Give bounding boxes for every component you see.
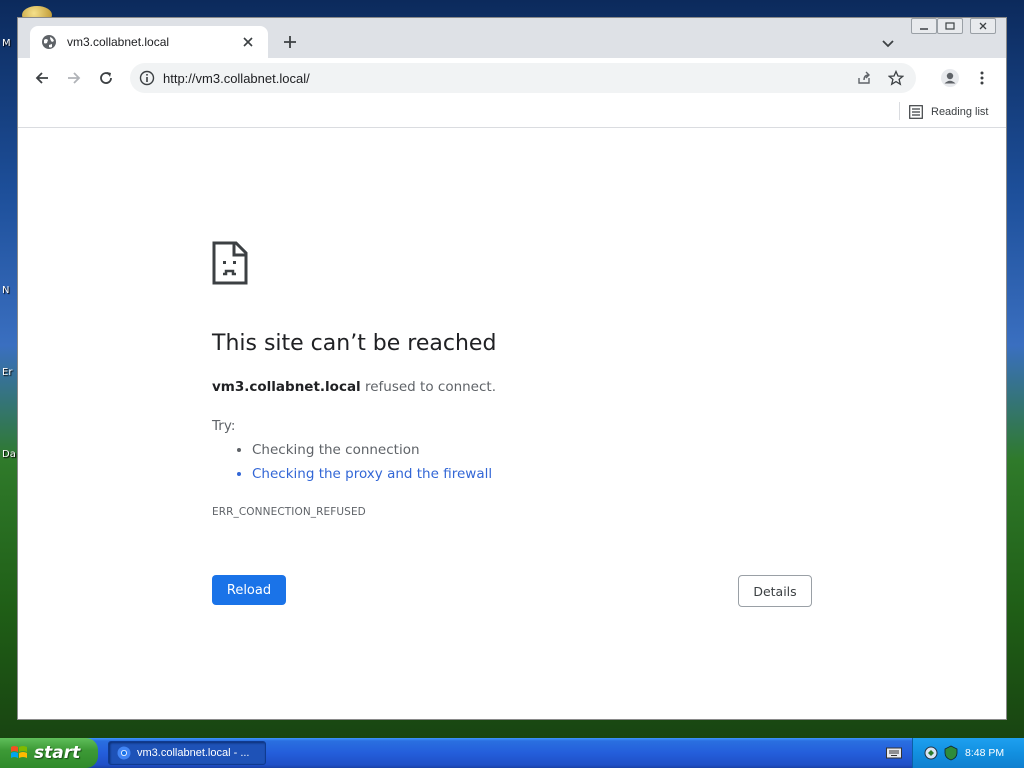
divider (899, 102, 900, 120)
arrow-right-icon (68, 72, 81, 84)
bookmark-star-button[interactable] (886, 68, 906, 88)
refresh-icon (100, 72, 112, 84)
star-icon (888, 70, 904, 86)
desktop-label: Da (2, 449, 16, 460)
minimize-button[interactable] (911, 18, 937, 34)
sad-document-icon (212, 241, 248, 285)
suggestion-link[interactable]: Checking the proxy and the firewall (252, 465, 492, 489)
keyboard-icon[interactable] (886, 746, 902, 760)
start-label: start (34, 743, 81, 763)
address-bar[interactable]: http://vm3.collabnet.local/ (130, 63, 916, 93)
arrow-left-icon (35, 72, 48, 84)
globe-icon (42, 35, 56, 49)
info-icon[interactable] (139, 70, 155, 86)
share-icon (858, 71, 870, 84)
error-description-text: refused to connect. (360, 379, 496, 395)
restore-button[interactable] (937, 18, 963, 34)
windows-logo-icon (11, 746, 27, 758)
taskbar: start vm3.collabnet.local - ... 8:48 PM (0, 738, 1024, 768)
reading-list-icon (909, 105, 923, 119)
active-tab[interactable]: vm3.collabnet.local (30, 26, 268, 58)
reading-list-label: Reading list (931, 106, 989, 118)
profile-button[interactable] (940, 68, 960, 88)
close-icon (979, 22, 987, 30)
minimize-icon (920, 28, 928, 30)
bookmark-bar: Reading list (18, 98, 1006, 128)
system-tray: 8:48 PM (912, 738, 1024, 768)
reading-list-button[interactable]: Reading list (909, 102, 988, 122)
taskbar-item-browser[interactable]: vm3.collabnet.local - ... (108, 741, 266, 765)
error-code: ERR_CONNECTION_REFUSED (212, 506, 366, 518)
close-window-button[interactable] (970, 18, 996, 34)
error-description: vm3.collabnet.local refused to connect. (212, 379, 496, 395)
network-icon[interactable] (923, 745, 939, 761)
close-icon[interactable] (240, 34, 256, 50)
url-text[interactable]: http://vm3.collabnet.local/ (163, 71, 854, 86)
clock: 8:48 PM (965, 747, 1005, 759)
browser-window: vm3.collabnet.local http://vm3.collabnet… (17, 17, 1007, 720)
start-button[interactable]: start (0, 738, 98, 768)
page-title: This site can’t be reached (212, 331, 497, 356)
details-button[interactable]: Details (738, 575, 812, 607)
host-name: vm3.collabnet.local (212, 379, 361, 395)
chevron-down-icon[interactable] (880, 35, 896, 51)
shield-icon[interactable] (943, 745, 959, 761)
share-button[interactable] (854, 68, 874, 88)
forward-button[interactable] (64, 68, 84, 88)
more-vert-icon (980, 71, 984, 85)
suggestion-item: Checking the connection (252, 441, 492, 465)
toolbar: http://vm3.collabnet.local/ (18, 58, 1006, 98)
try-label: Try: (212, 418, 236, 434)
reload-toolbar-button[interactable] (96, 68, 116, 88)
plus-icon[interactable] (282, 34, 298, 50)
tab-title: vm3.collabnet.local (67, 35, 170, 49)
menu-button[interactable] (972, 68, 992, 88)
desktop-label: M (2, 38, 11, 49)
desktop-label: Er (2, 367, 13, 378)
reload-button[interactable]: Reload (212, 575, 286, 605)
suggestion-list: Checking the connection Checking the pro… (252, 441, 492, 489)
restore-icon (945, 22, 955, 30)
taskbar-item-label: vm3.collabnet.local - ... (137, 747, 250, 759)
avatar-icon (941, 69, 959, 87)
chrome-icon (117, 746, 131, 760)
back-button[interactable] (32, 68, 52, 88)
error-page: This site can’t be reached vm3.collabnet… (18, 129, 1006, 719)
tab-strip: vm3.collabnet.local (18, 18, 1006, 58)
desktop-label: N (2, 285, 10, 296)
